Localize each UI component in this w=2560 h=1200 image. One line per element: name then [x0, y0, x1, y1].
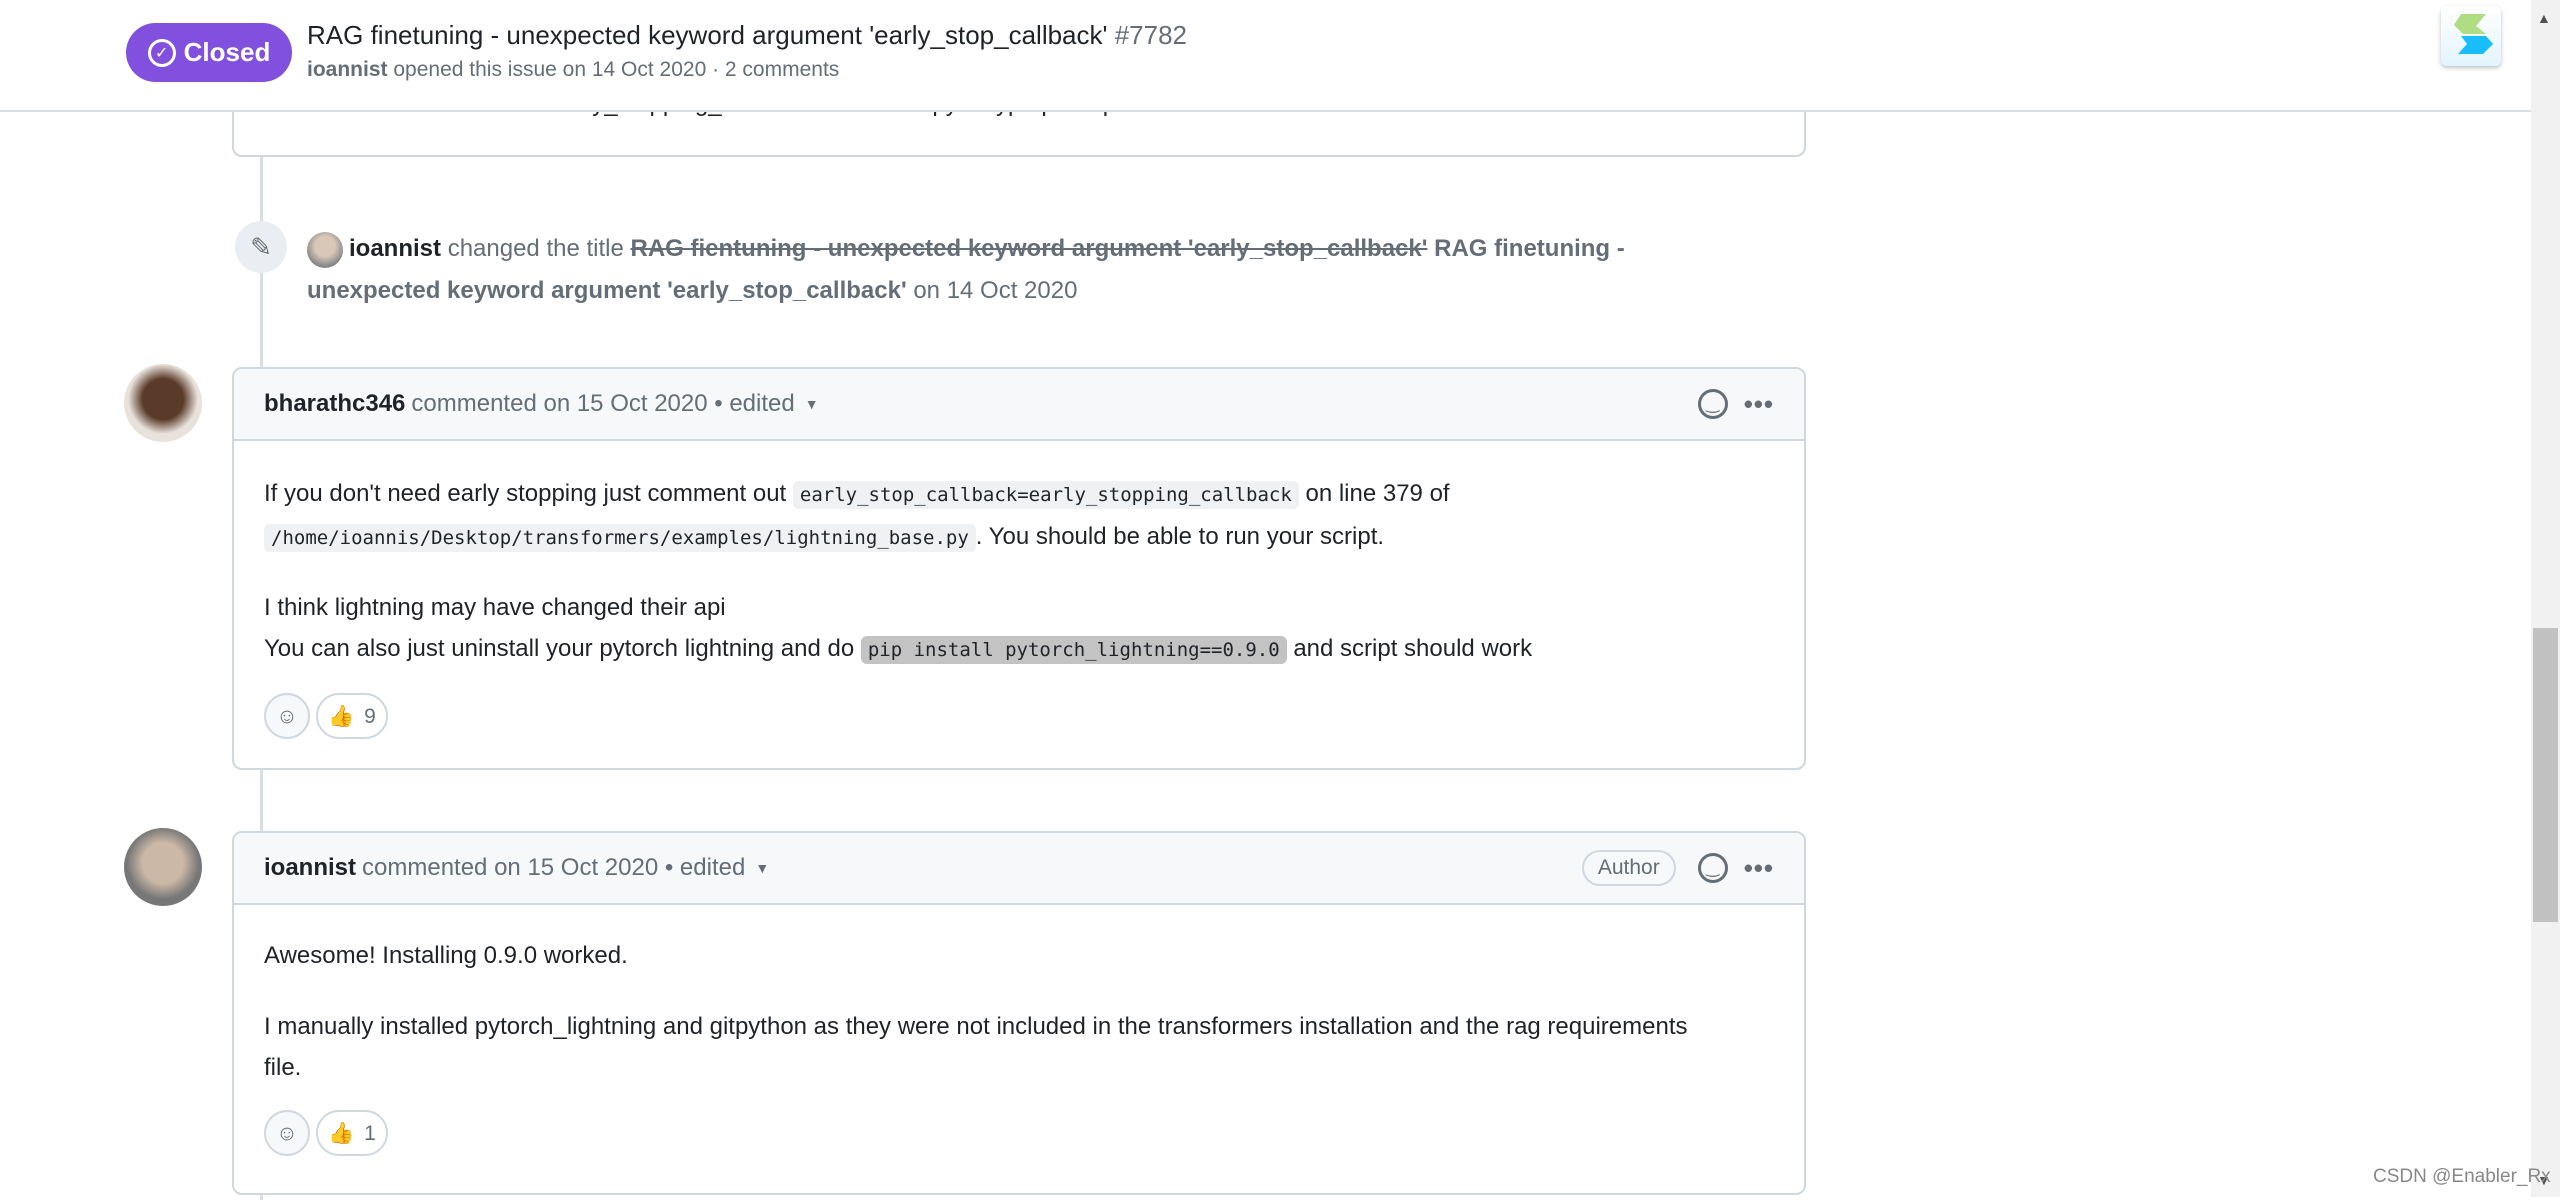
comment-body: Awesome! Installing 0.9.0 worked. I manu…	[234, 905, 1804, 1156]
smiley-icon[interactable]: ‿	[1697, 389, 1728, 419]
avatar[interactable]	[124, 364, 202, 442]
scrollbar[interactable]	[2531, 0, 2560, 1197]
caret-down-icon[interactable]: ▼	[805, 396, 819, 412]
add-reaction-button[interactable]: ☺	[264, 693, 310, 739]
timeline-line	[260, 770, 263, 832]
issue-header: ✓ Closed RAG finetuning - unexpected keyw…	[0, 0, 2531, 112]
title-change-event: ioannist changed the title RAG fientunin…	[307, 228, 1747, 312]
thumbs-up-icon: 👍	[328, 1121, 355, 1145]
caret-down-icon[interactable]: ▼	[755, 860, 769, 876]
scroll-up-icon[interactable]: ▲	[2537, 10, 2551, 26]
comment-body: If you don't need early stopping just co…	[234, 441, 1804, 739]
thumbs-up-reaction[interactable]: 👍 9	[316, 693, 388, 739]
check-circle-icon: ✓	[147, 38, 176, 67]
add-reaction-button[interactable]: ☺	[264, 1110, 310, 1156]
author-link[interactable]: ioannist	[264, 854, 356, 882]
watermark: CSDN @Enabler_Rx	[2373, 1166, 2551, 1187]
issue-title: RAG finetuning - unexpected keyword argu…	[307, 20, 1188, 50]
avatar[interactable]	[124, 828, 202, 906]
pencil-icon: ✎	[235, 221, 287, 273]
author-link[interactable]: ioannist	[307, 58, 388, 81]
comment-header: bharathc346 commented on 15 Oct 2020 • ed…	[234, 369, 1804, 441]
avatar[interactable]	[307, 231, 343, 268]
thumbs-up-icon: 👍	[328, 704, 355, 728]
closed-status-badge: ✓ Closed	[126, 23, 292, 82]
more-options-icon[interactable]: •••	[1744, 853, 1774, 884]
comment: ioannist commented on 15 Oct 2020 • edite…	[232, 831, 1806, 1195]
thumbs-up-reaction[interactable]: 👍 1	[316, 1110, 388, 1156]
extension-logo-icon[interactable]	[2441, 6, 2501, 66]
author-badge: Author	[1581, 850, 1676, 886]
more-options-icon[interactable]: •••	[1744, 389, 1774, 420]
scrollbar-thumb[interactable]	[2533, 628, 2558, 922]
comment: bharathc346 commented on 15 Oct 2020 • ed…	[232, 367, 1806, 770]
comment-header: ioannist commented on 15 Oct 2020 • edite…	[234, 833, 1804, 905]
issue-meta: ioannist opened this issue on 14 Oct 202…	[307, 58, 840, 81]
smiley-icon[interactable]: ‿	[1697, 853, 1728, 883]
actor-link[interactable]: ioannist	[349, 235, 441, 262]
author-link[interactable]: bharathc346	[264, 390, 405, 418]
